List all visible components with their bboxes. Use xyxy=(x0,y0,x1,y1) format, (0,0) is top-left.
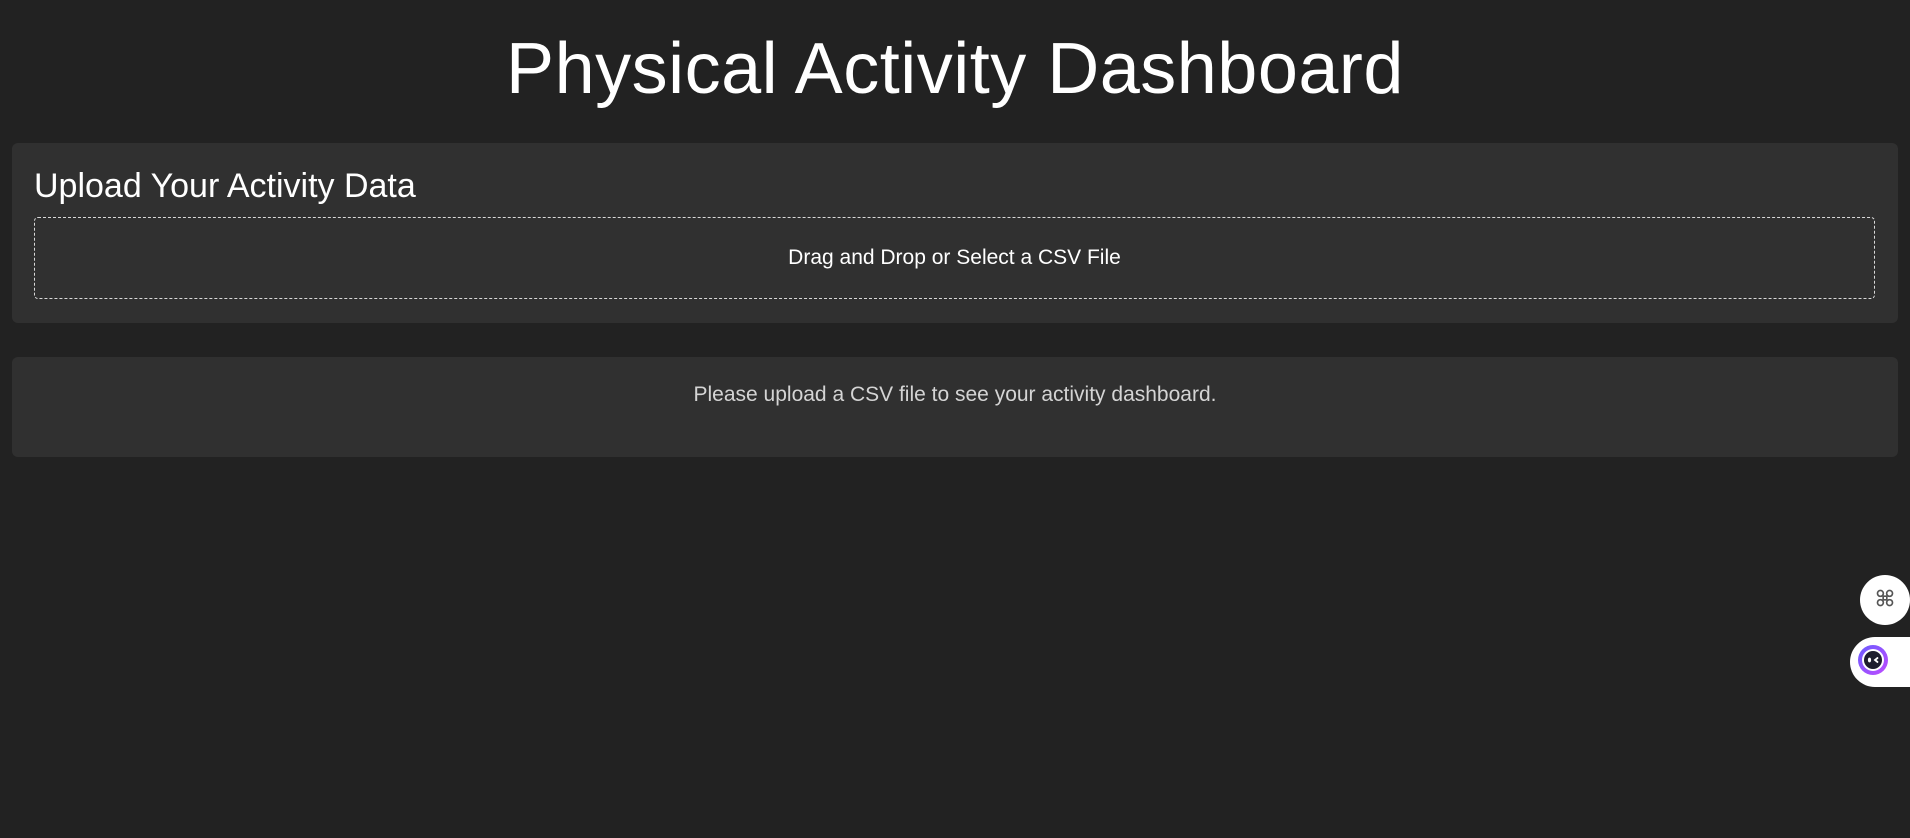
upload-card: Upload Your Activity Data Drag and Drop … xyxy=(12,143,1898,323)
apps-button[interactable] xyxy=(1860,575,1910,625)
upload-heading: Upload Your Activity Data xyxy=(34,167,416,205)
dropzone-label: Drag and Drop or Select a CSV File xyxy=(788,246,1121,269)
assistant-button[interactable] xyxy=(1850,637,1910,687)
dashboard-placeholder-card: Please upload a CSV file to see your act… xyxy=(12,357,1898,457)
csv-upload-dropzone[interactable]: Drag and Drop or Select a CSV File xyxy=(34,217,1875,299)
command-key-icon xyxy=(1874,587,1896,614)
assistant-face-icon xyxy=(1856,643,1890,682)
page-title: Physical Activity Dashboard xyxy=(506,29,1404,109)
dashboard-page: Physical Activity Dashboard Upload Your … xyxy=(0,0,1910,838)
upload-prompt-message: Please upload a CSV file to see your act… xyxy=(693,383,1217,406)
